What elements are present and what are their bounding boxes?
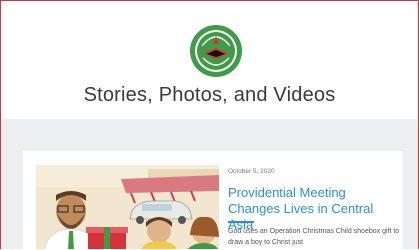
page-header: Stories, Photos, and Videos: [1, 1, 418, 119]
headline-divider: [228, 221, 254, 223]
article-card[interactable]: October 5, 2020 Providential Meeting Cha…: [23, 151, 403, 249]
page-title: Stories, Photos, and Videos: [83, 84, 336, 106]
browser-frame: Stories, Photos, and Videos October 5, 2…: [0, 0, 419, 249]
operation-christmas-child-logo[interactable]: [189, 24, 243, 78]
article-date: October 5, 2020: [228, 168, 275, 175]
article-thumbnail-image[interactable]: [36, 165, 219, 249]
article-excerpt: God uses an Operation Christmas Child sh…: [228, 228, 400, 246]
